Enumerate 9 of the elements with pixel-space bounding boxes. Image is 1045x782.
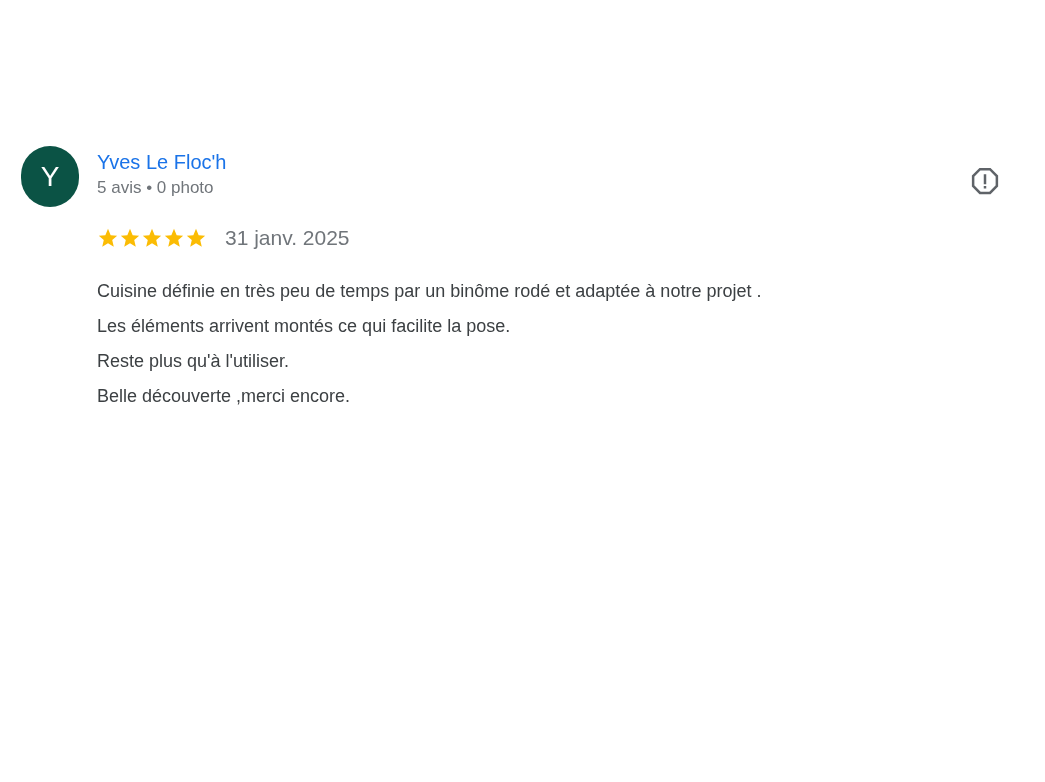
reviewer-name[interactable]: Yves Le Floc'h	[97, 147, 227, 177]
reviewer-stats: 5 avis • 0 photo	[97, 177, 215, 199]
review-text-line: Reste plus qu'à l'utiliser.	[97, 349, 289, 373]
report-icon[interactable]	[970, 166, 1000, 196]
review-text-line: Les éléments arrivent montés ce qui facilite la pose.	[97, 314, 511, 338]
review-text-line: Belle découverte ,merci encore.	[97, 384, 351, 408]
review-text-line: Cuisine définie en très peu de temps par un binôme rodé et adaptée à notre projet .	[97, 279, 762, 303]
avatar: Y	[21, 146, 79, 207]
review-date: 31 janv. 2025	[225, 225, 350, 251]
